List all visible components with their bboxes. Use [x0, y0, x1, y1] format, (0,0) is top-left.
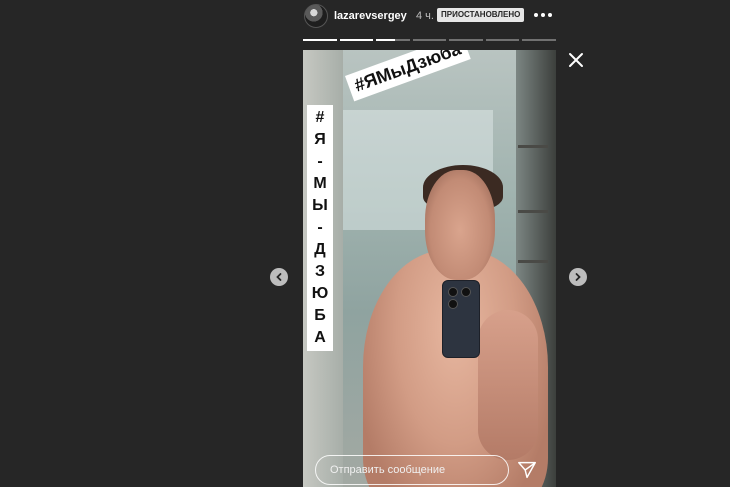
progress-segment [303, 39, 337, 41]
phone [442, 280, 480, 358]
hashtag-sticker: #ЯМыДзюба [345, 50, 471, 102]
person-head [425, 170, 495, 280]
progress-bar [303, 39, 557, 41]
story-frame[interactable]: # Я - М Ы - Д З Ю Б А #ЯМыДзюба [303, 50, 556, 487]
shelf [518, 210, 548, 213]
hashtag-letter: # [315, 109, 325, 126]
username-link[interactable]: lazarevsergey [334, 10, 407, 22]
hashtag-letter: М [313, 175, 327, 192]
hashtag-vertical: # Я - М Ы - Д З Ю Б А [307, 105, 333, 351]
hashtag-letter: З [314, 263, 326, 280]
avatar[interactable] [304, 4, 328, 28]
close-icon[interactable] [566, 50, 586, 70]
hashtag-letter: - [317, 153, 323, 170]
progress-segment [485, 39, 520, 41]
chevron-left-icon [276, 273, 282, 281]
shelf [518, 145, 548, 148]
hashtag-letter: Я [314, 131, 326, 148]
next-story-button[interactable] [569, 268, 587, 286]
hashtag-letter: А [314, 329, 326, 346]
prev-story-button[interactable] [270, 268, 288, 286]
progress-segment [449, 39, 483, 41]
progress-segment [339, 39, 374, 41]
progress-segment [376, 39, 410, 41]
story-header: lazarevsergey 4 ч. ПРИОСТАНОВЛЕНО [304, 4, 556, 30]
story-time: 4 ч. [416, 10, 434, 22]
hashtag-letter: Ю [311, 285, 329, 302]
chevron-right-icon [575, 273, 581, 281]
hashtag-letter: - [317, 219, 323, 236]
person-arm [478, 310, 538, 460]
message-input-container[interactable] [315, 455, 509, 485]
progress-segment [412, 39, 447, 41]
message-input[interactable] [316, 456, 508, 484]
more-icon[interactable] [534, 9, 554, 21]
hashtag-letter: Д [314, 241, 326, 258]
shelf [518, 260, 548, 263]
hashtag-letter: Б [314, 307, 326, 324]
send-icon[interactable] [516, 459, 538, 481]
status-badge: ПРИОСТАНОВЛЕНО [437, 8, 525, 22]
hashtag-letter: Ы [312, 197, 328, 214]
progress-segment [522, 39, 557, 41]
